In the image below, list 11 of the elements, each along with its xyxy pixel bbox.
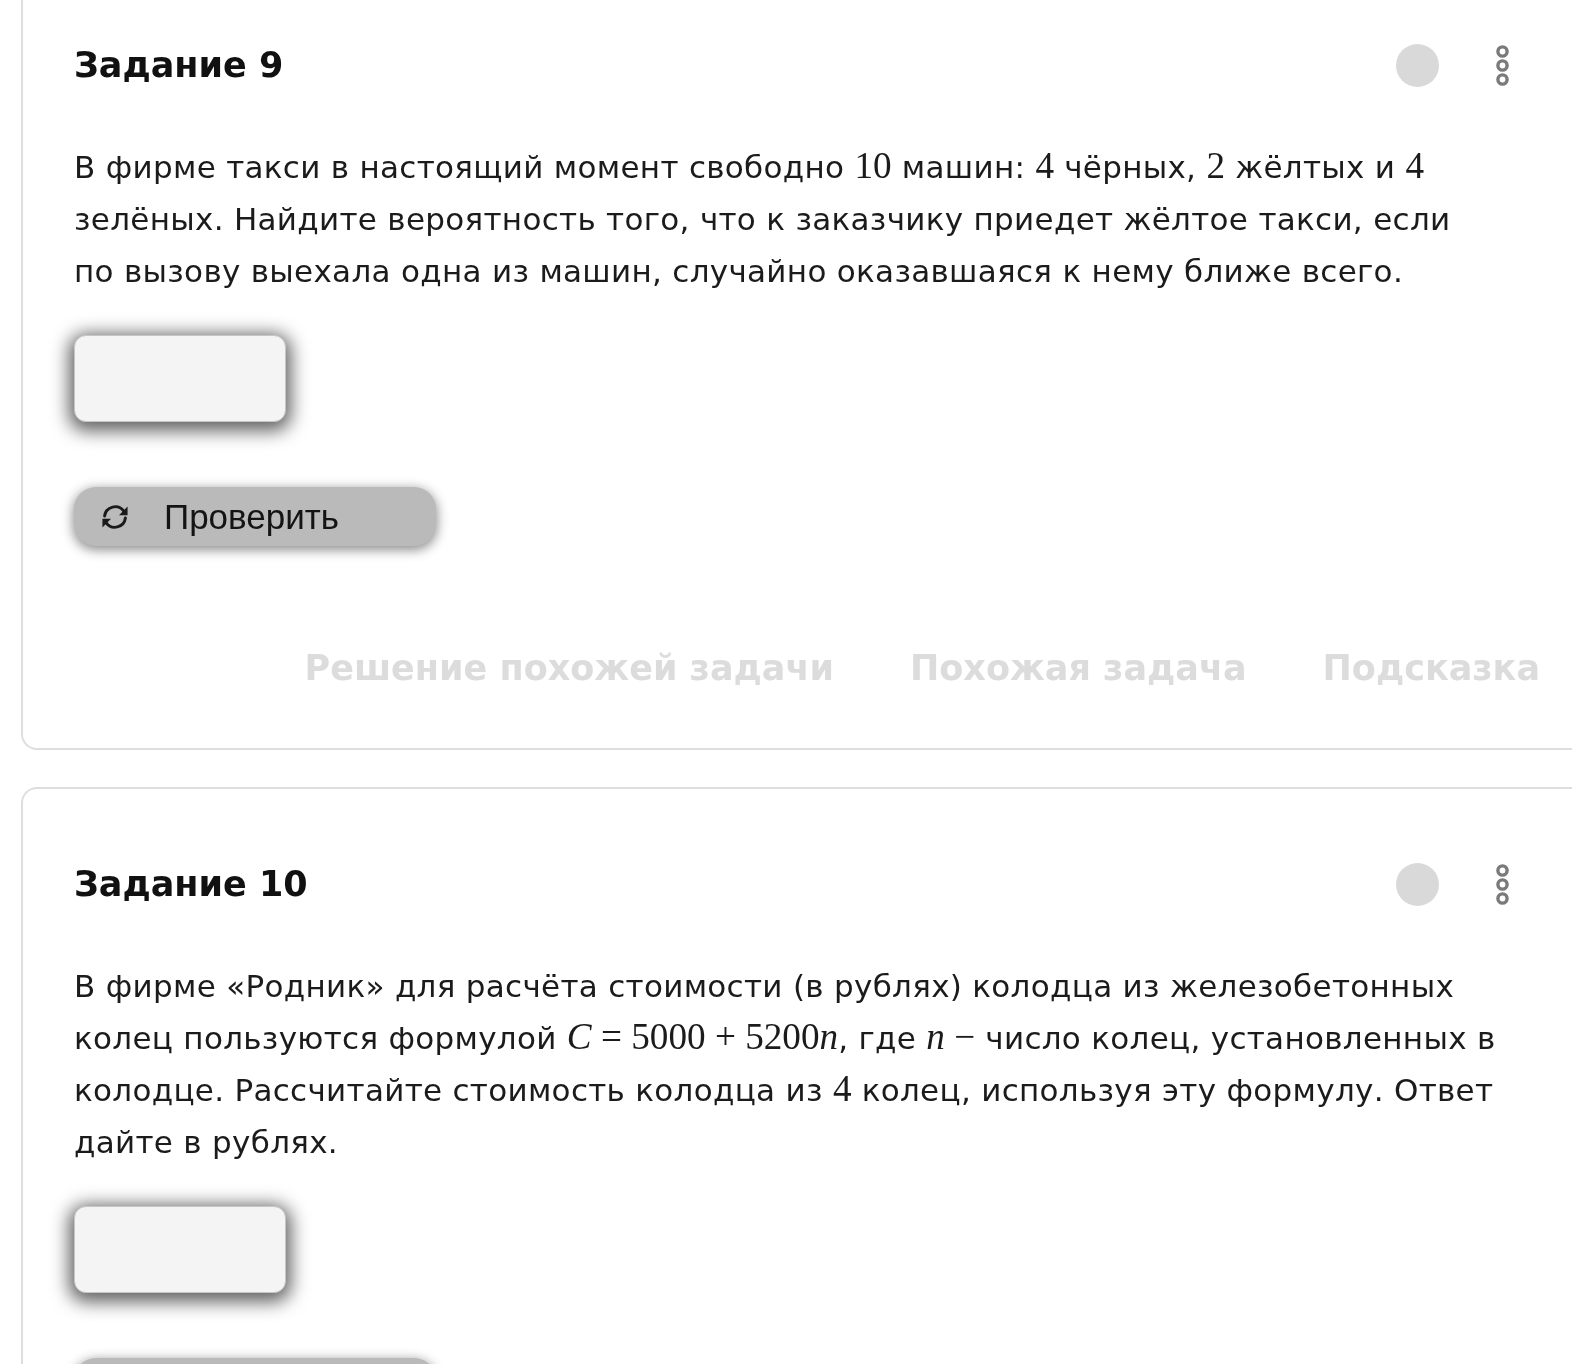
task-text: В фирме такси в настоящий момент свободно 10 машин: 4 чёрных, 2 жёлтых и 4 зелёных. Найдите вероятность того, что к заказчику приедет жёлтое такси, если по вызову выехала одна из машин, случайно оказавшаяся к нему ближе всего. [74,144,1452,291]
more-icon[interactable] [1496,863,1509,905]
status-circle-icon [1396,862,1439,906]
status-circle-icon [1396,43,1439,87]
task-text: В фирме «Родник» для расчёта стоимости (в рублях) колодца из железобетонных колец пользуются формулой C = 5000 + 5200n, где n − число колец, установленных в колодце. Рассчитайте стоимость колодца из 4 колец, используя эту формулу. Ответ дайте в рублях. [74,967,1497,1162]
more-icon[interactable] [1496,44,1509,86]
task-title: Задание 9 [74,44,284,87]
answer-field[interactable] [74,1206,286,1293]
answer-field[interactable] [74,335,286,422]
check-button[interactable]: Проверить [74,487,436,546]
task-title: Задание 10 [74,863,308,906]
